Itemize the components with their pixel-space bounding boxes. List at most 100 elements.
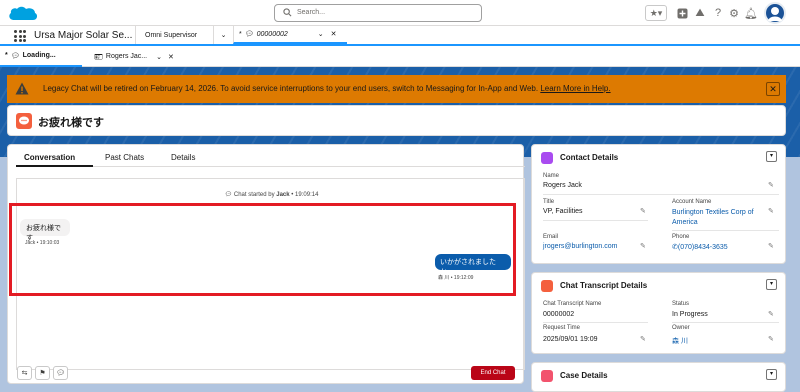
app-navigation-bar: Ursa Major Solar Se... Omni Supervisor ⌄… (0, 26, 800, 46)
card-title: Chat Transcript Details (560, 281, 648, 290)
chevron-down-icon[interactable]: ▾ (766, 369, 777, 380)
learn-more-link[interactable]: Learn More in Help. (540, 84, 610, 93)
tab-menu-chevron[interactable]: ⌄ (213, 26, 233, 44)
banner-text: Legacy Chat will be retired on February … (43, 84, 611, 93)
tab-omni-supervisor[interactable]: Omni Supervisor (135, 26, 213, 44)
contact-icon: 🪪︎ (94, 53, 103, 61)
tab-past-chats[interactable]: Past Chats (105, 153, 144, 162)
chat-started-line: 💬︎ Chat started by Jack • 19:09:14 (17, 191, 526, 198)
setup-gear-icon[interactable]: ⚙ (728, 5, 740, 21)
message-meta-incoming: Jack • 19:10:03 (25, 240, 60, 246)
favorites-icon[interactable]: ★▾ (645, 5, 667, 21)
contact-details-card: Contact Details ▾ Name Rogers Jack ✎ Tit… (531, 144, 786, 264)
trailhead-icon[interactable]: ⛰ (694, 5, 706, 21)
subtab-label: Loading... (22, 52, 56, 59)
chat-icon: 💬︎ (224, 192, 233, 198)
subtab-loading[interactable]: * 💬︎ Loading... (0, 46, 82, 67)
card-title: Contact Details (560, 153, 619, 162)
field-label: Title (543, 199, 555, 205)
close-icon[interactable]: ✕ (168, 53, 174, 61)
message-bubble-incoming: お疲れ様です (20, 219, 70, 242)
app-launcher-icon[interactable] (14, 30, 26, 42)
chevron-down-icon[interactable]: ▾ (766, 279, 777, 290)
owner-link[interactable]: 森 川 (672, 336, 688, 346)
phone-number: (070)8434-3635 (677, 244, 728, 251)
subtab-label: Rogers Jac... (105, 53, 148, 60)
chevron-down-icon[interactable]: ⌄ (156, 53, 162, 61)
record-header: お疲れ様です (7, 105, 786, 136)
chat-transcript-details-card: Chat Transcript Details ▾ Chat Transcrip… (531, 272, 786, 354)
edit-pencil-icon[interactable]: ✎ (640, 335, 646, 343)
chat-icon: 💬︎ (244, 31, 254, 38)
edit-pencil-icon[interactable]: ✎ (768, 181, 774, 189)
tab-chat-00000002[interactable]: * 💬︎ 00000002 ⌄ ✕ (233, 26, 347, 44)
end-chat-button[interactable]: End Chat (471, 366, 515, 380)
message-meta-outgoing: 森 川 • 19:12:09 (438, 275, 474, 281)
edit-pencil-icon[interactable]: ✎ (768, 310, 774, 318)
tab-details[interactable]: Details (171, 153, 195, 162)
chevron-down-icon[interactable]: ⌄ (318, 30, 324, 38)
edit-pencil-icon[interactable]: ✎ (640, 207, 646, 215)
field-divider (672, 230, 779, 231)
edit-pencil-icon[interactable]: ✎ (768, 335, 774, 343)
banner-message: Legacy Chat will be retired on February … (43, 84, 539, 93)
subtab-bar: * 💬︎ Loading... 🪪︎ Rogers Jac... ⌄ ✕ (0, 46, 800, 67)
tab-conversation[interactable]: Conversation (24, 153, 75, 162)
search-icon (283, 8, 292, 17)
transcript-status: In Progress (672, 311, 708, 318)
salesforce-logo[interactable] (6, 4, 40, 24)
account-name-line2: America (672, 219, 698, 226)
global-header: Search... ★▾ ⛰ ? ⚙ 🔔︎ (0, 0, 800, 26)
case-icon (541, 370, 553, 382)
field-divider (543, 220, 648, 221)
search-placeholder: Search... (297, 9, 326, 16)
field-divider (672, 322, 779, 323)
tab-label: 00000002 (256, 30, 288, 38)
phone-link[interactable]: ✆(070)8434-3635 (672, 243, 728, 251)
account-name-link[interactable]: Burlington Textiles Corp of America (672, 208, 754, 228)
edit-pencil-icon[interactable]: ✎ (768, 242, 774, 250)
transfer-icon[interactable]: ⇆ (17, 366, 32, 380)
retirement-warning-banner: Legacy Chat will be retired on February … (7, 75, 786, 103)
field-label: Request Time (543, 325, 581, 331)
started-time: • 19:09:14 (291, 192, 319, 198)
user-avatar[interactable] (764, 2, 786, 24)
chat-icon: 💬︎ (10, 52, 20, 60)
field-label: Email (543, 234, 559, 240)
unsaved-marker: * (5, 52, 8, 59)
email-link[interactable]: jrogers@burlington.com (543, 243, 617, 250)
quick-text-icon[interactable]: 💬︎ (53, 366, 68, 380)
raise-flag-icon[interactable]: ⚑ (35, 366, 50, 380)
field-label: Owner (672, 325, 690, 331)
edit-pencil-icon[interactable]: ✎ (768, 207, 774, 215)
case-details-card: Case Details ▾ (531, 362, 786, 392)
warning-icon (15, 82, 29, 95)
message-bubble-outgoing: いかがされましたか。 (435, 254, 511, 276)
card-title: Case Details (560, 371, 608, 380)
request-time: 2025/09/01 19:09 (543, 336, 598, 343)
close-icon[interactable]: ✕ (766, 82, 780, 96)
chevron-down-icon: ⌄ (220, 32, 227, 39)
active-tab-indicator (16, 165, 93, 167)
field-label: Chat Transcript Name (543, 301, 602, 307)
field-label: Name (543, 173, 560, 179)
field-divider (543, 322, 648, 323)
global-actions-icon[interactable] (676, 5, 688, 21)
notifications-bell-icon[interactable]: 🔔︎ (744, 5, 758, 21)
edit-pencil-icon[interactable]: ✎ (640, 242, 646, 250)
account-name-line1: Burlington Textiles Corp of (672, 209, 754, 216)
unsaved-marker: * (239, 30, 242, 38)
close-icon[interactable]: ✕ (331, 30, 337, 38)
help-icon[interactable]: ? (712, 5, 724, 21)
started-prefix: Chat started by (233, 192, 275, 198)
highlight-box (9, 203, 516, 296)
contact-card-icon (541, 152, 553, 164)
contact-title: VP, Facilities (543, 208, 583, 215)
chevron-down-icon[interactable]: ▾ (766, 151, 777, 162)
global-search[interactable]: Search... (274, 4, 482, 22)
field-label: Status (672, 301, 690, 307)
started-by: Jack (276, 192, 290, 198)
subtab-rogers-jack[interactable]: 🪪︎ Rogers Jac... ⌄ ✕ (94, 46, 184, 67)
field-divider (543, 194, 779, 195)
app-name: Ursa Major Solar Se... (34, 30, 133, 41)
